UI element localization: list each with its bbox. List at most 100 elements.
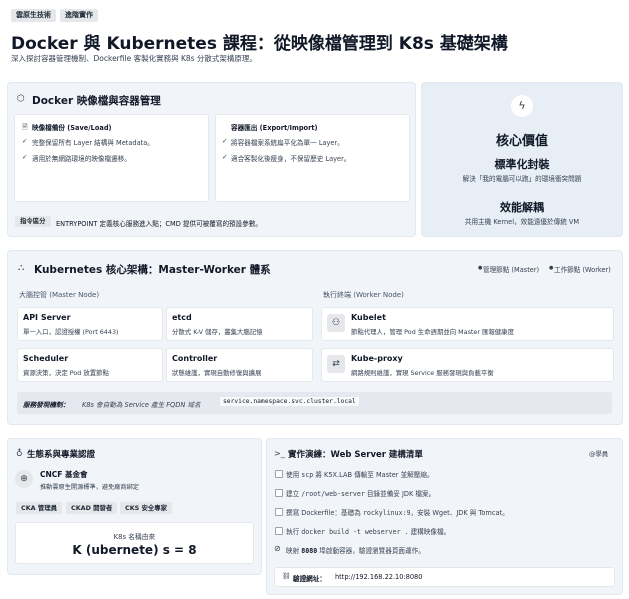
cert-chip: CKAD 開發者 [66,502,118,514]
legend-master: 管理節點 (Master) [483,266,540,274]
component-desc: 節點代理人，管理 Pod 生命週期並向 Master 匯報健康度 [351,328,514,336]
component-name: Kubelet [351,313,386,322]
component-desc: 資源決策，決定 Pod 放置節點 [23,369,109,377]
shuffle-icon: ⇄ [327,355,345,373]
step-code: docker build -t webserver . [301,528,409,536]
export-title: 容器匯出 (Export/Import) [231,124,318,132]
step-text: 建立 [286,490,302,498]
step-text: ，安裝 Wget、JDK 與 Tomcat。 [410,509,509,517]
step-checkbox[interactable] [275,508,283,516]
step-text: 將 K5X.LAB 傳輸至 Master 並解壓縮。 [313,471,434,479]
discovery-text: K8s 會自動為 Service 產生 FQDN 域名 [82,401,201,409]
command-note-label: 指令區分 [15,216,51,227]
value-decouple-title: 效能解耦 [500,201,544,214]
component-name: Scheduler [23,354,69,363]
component-name: API Server [23,313,71,322]
lab-step: 映射 8080 埠啟動容器，驗證瀏覽器頁面運作。 [286,545,425,555]
cert-chip: CKS 安全專家 [120,502,173,514]
step-code: 8080 [301,547,318,555]
tag-advanced: 進階實作 [60,9,98,22]
component-name: etcd [172,313,192,322]
step-code: rockylinux:9 [362,509,411,517]
verify-url[interactable]: http://192.168.22.10:8080 [335,573,422,581]
globe-icon: ⊕ [15,470,33,488]
component-desc: 分散式 K-V 儲存，叢集大腦記憶 [172,328,263,336]
check-icon: ✓ [22,153,28,161]
verify-url-bar: ⛓ 驗證網址： http://192.168.22.10:8080 [274,567,615,587]
export-item: 適合客製化後瘦身，不保留歷史 Layer。 [231,155,351,163]
scheduler-card: Scheduler 資源決策，決定 Pod 放置節點 [17,348,163,382]
lab-heading: 實作演練：Web Server 建構清單 [288,450,423,460]
step-text: 埠啟動容器，驗證瀏覽器頁面運作。 [317,547,425,555]
step-text: 建構映像檔。 [408,528,451,536]
step-text: 使用 [286,471,302,479]
cncf-title: CNCF 基金會 [40,470,88,479]
verify-url-label: 驗證網址： [293,575,326,583]
box-icon: ⬡ [17,94,25,104]
user-agent-icon: ⚇ [327,314,345,332]
check-icon: ✓ [222,137,228,145]
discovery-code: service.namespace.svc.cluster.local [220,397,359,406]
value-decouple-desc: 共用主機 Kernel，效能遠優於傳統 VM [464,218,580,226]
step-text: 映射 [286,547,302,555]
lab-step: 撰寫 Dockerfile：基礎為 rockylinux:9，安裝 Wget、J… [286,507,509,517]
component-desc: 網路規則維護，實現 Service 服務發現與負載平衡 [351,369,494,377]
core-heading: 核心價值 [495,134,548,149]
component-desc: 狀態維護，實現自動修復與擴展 [172,369,262,377]
step-checkbox[interactable] [275,470,283,478]
check-icon: ✓ [22,137,28,145]
docker-panel: ⬡ Docker 映像檔與容器管理 🗎 映像檔備份 (Save/Load) ✓ … [7,82,416,237]
award-icon: ♁ [16,449,23,459]
value-standardize-desc: 解決「我的電腦可以跑」的環境衝突問題 [462,175,582,183]
ecosystem-panel: ♁ 生態系與專業認證 ⊕ CNCF 基金會 推動雲原生開源標準，避免廠商綁定 C… [7,438,262,575]
page-title: Docker 與 Kubernetes 課程：從映像檔管理到 K8s 基礎架構 [11,34,508,54]
step-checkbox[interactable] [275,489,283,497]
worker-section-label: 執行終端 (Worker Node) [323,291,404,299]
student-badge: @學員 [589,450,609,458]
check-circle-icon: ⊘ [274,544,281,553]
master-section-label: 大腦控管 (Master Node) [19,291,100,299]
check-icon: ✓ [222,153,228,161]
lab-step: 使用 scp 將 K5X.LAB 傳輸至 Master 並解壓縮。 [286,469,434,479]
save-icon: 🗎 [22,123,28,131]
tag-cloud-native: 雲原生技術 [11,9,56,22]
backup-item: 完整保留所有 Layer 結構與 Metadata。 [32,139,154,147]
lightning-icon: ϟ [511,95,533,117]
discovery-label: 服務發現機制： [23,401,70,409]
link-icon: ⛓ [282,572,291,580]
step-code: scp [301,471,314,479]
step-code: /root/web-server [301,490,365,498]
value-standardize-title: 標準化封裝 [494,158,550,171]
page-subtitle: 深入探討容器管理機制、Dockerfile 客製化實務與 K8s 分散式架構原理… [11,54,257,63]
kubelet-card: ⚇ Kubelet 節點代理人，管理 Pod 生命週期並向 Master 匯報健… [321,307,614,341]
lab-step: 執行 docker build -t webserver . 建構映像檔。 [286,526,450,536]
k8s-heading: Kubernetes 核心架構：Master-Worker 體系 [34,264,271,276]
lab-panel: >_ 實作演練：Web Server 建構清單 @學員 使用 scp 將 K5X… [266,438,623,595]
command-note-text: ENTRYPOINT 定義核心服務進入點；CMD 提供可被覆寫的預設參數。 [56,220,263,228]
controller-card: Controller 狀態維護，實現自動修復與擴展 [166,348,313,382]
worker-legend-icon: ● [549,265,554,271]
step-checkbox[interactable] [275,527,283,535]
export-item: 將容器檔案系統扁平化為單一 Layer。 [231,139,344,147]
step-text: 撰寫 Dockerfile：基礎為 [286,509,363,517]
api-server-card: API Server 單一入口，認證授權 (Port 6443) [17,307,163,341]
name-origin-formula: K (ubernete) s = 8 [72,543,197,557]
kube-proxy-card: ⇄ Kube-proxy 網路規則維護，實現 Service 服務發現與負載平衡 [321,348,614,382]
cert-chip: CKA 管理員 [16,502,62,514]
backup-title: 映像檔備份 (Save/Load) [32,124,112,132]
network-icon: ⛬ [18,263,25,273]
terminal-icon: >_ [274,449,285,458]
export-card: 容器匯出 (Export/Import) ✓ 將容器檔案系統扁平化為單一 Lay… [215,114,410,202]
step-text: 目錄並備妥 JDK 檔案。 [364,490,436,498]
lab-step: 建立 /root/web-server 目錄並備妥 JDK 檔案。 [286,488,435,498]
service-discovery-bar: 服務發現機制： K8s 會自動為 Service 產生 FQDN 域名 serv… [17,392,612,414]
backup-card: 🗎 映像檔備份 (Save/Load) ✓ 完整保留所有 Layer 結構與 M… [14,114,209,202]
master-legend-icon: ● [478,265,483,271]
component-desc: 單一入口，認證授權 (Port 6443) [23,328,119,336]
docker-heading: Docker 映像檔與容器管理 [32,95,161,107]
name-origin-card: K8s 名稱由來 K (ubernete) s = 8 [15,522,254,564]
k8s-panel: ⛬ Kubernetes 核心架構：Master-Worker 體系 ● 管理節… [7,250,623,425]
component-name: Kube-proxy [351,354,403,363]
etcd-card: etcd 分散式 K-V 儲存，叢集大腦記憶 [166,307,313,341]
ecosystem-heading: 生態系與專業認證 [27,450,96,460]
